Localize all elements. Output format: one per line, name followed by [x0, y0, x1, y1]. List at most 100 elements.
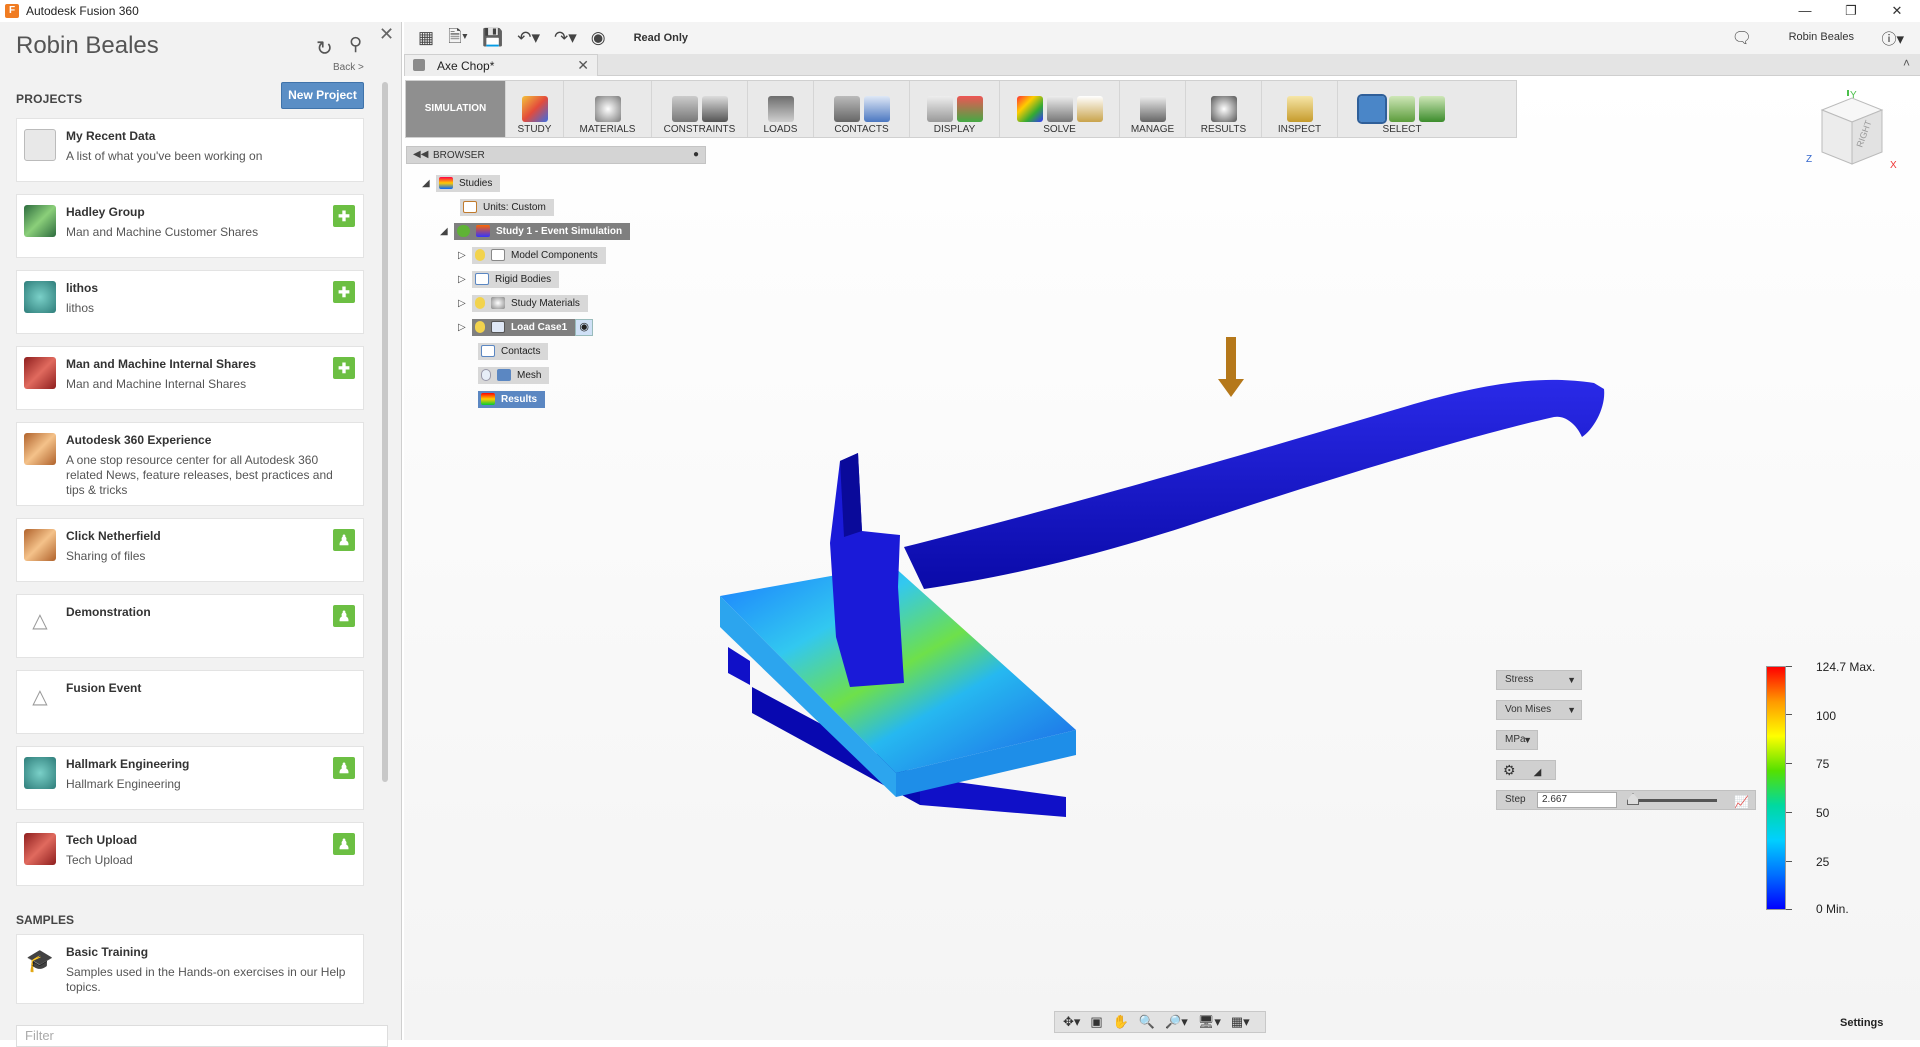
- result-component-dropdown[interactable]: Von Mises ▼: [1496, 700, 1582, 720]
- minimize-icon[interactable]: —: [1782, 0, 1828, 22]
- expand-arrow-icon[interactable]: ▷: [458, 298, 472, 309]
- close-tab-icon[interactable]: ✕: [577, 57, 589, 74]
- browser-pin-icon[interactable]: ●: [693, 149, 699, 160]
- tree-node-study-materials[interactable]: ▷ Study Materials: [458, 294, 588, 312]
- sample-card[interactable]: 🎓 Basic Training Samples used in the Han…: [16, 934, 364, 1004]
- materials-group[interactable]: MATERIALS: [564, 81, 652, 137]
- help-icon[interactable]: ⓘ▾: [1881, 28, 1904, 49]
- tree-node-studies[interactable]: ◢ Studies: [422, 174, 501, 192]
- collapse-browser-icon[interactable]: ◀◀: [413, 149, 428, 160]
- manage-label: MANAGE: [1130, 124, 1175, 135]
- select-group[interactable]: SELECT: [1338, 81, 1466, 137]
- browser-header[interactable]: ◀◀ BROWSER ●: [406, 146, 706, 164]
- project-card[interactable]: Hallmark Engineering Hallmark Engineerin…: [16, 746, 364, 810]
- result-type-dropdown[interactable]: Stress ▼: [1496, 670, 1582, 690]
- tree-node-study1[interactable]: ◢ Study 1 - Event Simulation: [440, 222, 631, 240]
- job-status-icon[interactable]: ◉: [591, 28, 606, 48]
- load-case-label: Load Case1: [511, 321, 568, 333]
- legend-options-icon[interactable]: ◢: [1534, 767, 1542, 778]
- project-card[interactable]: △ Demonstration ♟: [16, 594, 364, 658]
- project-list: My Recent Data A list of what you've bee…: [16, 118, 364, 898]
- look-at-icon[interactable]: ▣: [1090, 1014, 1102, 1030]
- zoom-icon[interactable]: 🔍: [1139, 1014, 1155, 1030]
- tree-node-units[interactable]: Units: Custom: [460, 198, 554, 216]
- inspect-group[interactable]: INSPECT: [1262, 81, 1338, 137]
- expand-arrow-icon[interactable]: ◢: [440, 226, 454, 237]
- step-slider[interactable]: [1629, 799, 1717, 802]
- restore-icon[interactable]: ❐: [1828, 0, 1874, 22]
- manage-group[interactable]: MANAGE: [1120, 81, 1186, 137]
- expand-arrow-icon[interactable]: ◢: [422, 178, 436, 189]
- grid-settings-icon[interactable]: ▦▾: [1231, 1014, 1250, 1030]
- messages-icon[interactable]: 🗨: [1732, 28, 1752, 48]
- user-name: Robin Beales: [16, 32, 159, 59]
- tree-node-rigid-bodies[interactable]: ▷ Rigid Bodies: [458, 270, 560, 288]
- data-panel-grid-icon[interactable]: ▦: [418, 28, 434, 48]
- study-group[interactable]: STUDY: [506, 81, 564, 137]
- project-card[interactable]: Man and Machine Internal Shares Man and …: [16, 346, 364, 410]
- contacts-group[interactable]: CONTACTS: [814, 81, 910, 137]
- tree-node-load-case[interactable]: ▷ Load Case1 ◉: [458, 318, 594, 336]
- units-label: Units: Custom: [483, 201, 546, 213]
- step-input[interactable]: 2.667: [1537, 792, 1617, 808]
- user-menu[interactable]: Robin Beales: [1789, 31, 1854, 43]
- activate-radio-icon[interactable]: ◉: [575, 318, 594, 336]
- constraints-group[interactable]: CONSTRAINTS: [652, 81, 748, 137]
- viewcube[interactable]: RIGHT Y X Z: [1804, 90, 1900, 186]
- fit-icon[interactable]: 🔎▾: [1165, 1014, 1188, 1030]
- display-settings-icon[interactable]: 🖥▾: [1198, 1014, 1221, 1030]
- legend-settings[interactable]: ⚙ ◢: [1496, 760, 1556, 780]
- results-group[interactable]: RESULTS: [1186, 81, 1262, 137]
- workspace-switcher[interactable]: SIMULATION: [406, 81, 506, 137]
- tree-node-results[interactable]: Results: [478, 390, 546, 408]
- tree-node-model-components[interactable]: ▷ Model Components: [458, 246, 606, 264]
- back-link[interactable]: Back >: [333, 62, 364, 73]
- expand-arrow-icon[interactable]: ▷: [458, 322, 472, 333]
- expand-arrow-icon[interactable]: ▷: [458, 274, 472, 285]
- undo-icon[interactable]: ↶▾: [517, 28, 540, 48]
- redo-icon[interactable]: ↷▾: [554, 28, 577, 48]
- new-project-button[interactable]: New Project: [281, 82, 364, 109]
- animate-graph-icon[interactable]: 📈: [1734, 793, 1749, 811]
- constraints-label: CONSTRAINTS: [663, 124, 736, 135]
- refresh-icon[interactable]: ↻: [316, 36, 333, 61]
- project-card[interactable]: Tech Upload Tech Upload ♟: [16, 822, 364, 886]
- units-icon: [463, 201, 477, 213]
- project-card[interactable]: △ Fusion Event: [16, 670, 364, 734]
- project-desc: A list of what you've been working on: [66, 149, 263, 163]
- samples-heading: SAMPLES: [16, 913, 75, 927]
- project-card[interactable]: lithos lithos ✚: [16, 270, 364, 334]
- step-label: Step: [1505, 794, 1526, 805]
- orbit-icon[interactable]: ✥▾: [1063, 1014, 1080, 1030]
- units-dropdown[interactable]: MPa ▼: [1496, 730, 1538, 750]
- gear-icon[interactable]: ⚙: [1503, 762, 1516, 778]
- project-card[interactable]: Autodesk 360 Experience A one stop resou…: [16, 422, 364, 506]
- component-icon: [491, 249, 505, 261]
- display-group[interactable]: DISPLAY: [910, 81, 1000, 137]
- file-menu-icon[interactable]: 🗎▾: [448, 24, 468, 53]
- loads-group[interactable]: LOADS: [748, 81, 814, 137]
- project-name: Hadley Group: [66, 205, 145, 219]
- panel-scrollbar[interactable]: [382, 82, 388, 782]
- settings-link[interactable]: Settings: [1840, 1017, 1883, 1029]
- pan-icon[interactable]: ✋: [1113, 1014, 1129, 1030]
- project-card[interactable]: Hadley Group Man and Machine Customer Sh…: [16, 194, 364, 258]
- project-card[interactable]: My Recent Data A list of what you've bee…: [16, 118, 364, 182]
- tree-node-contacts[interactable]: Contacts: [478, 342, 549, 360]
- save-icon[interactable]: 💾: [482, 28, 503, 48]
- close-panel-icon[interactable]: ✕: [379, 24, 394, 45]
- tree-node-mesh[interactable]: Mesh: [478, 366, 550, 384]
- shared-project-icon: ✚: [333, 281, 355, 303]
- filter-input[interactable]: Filter: [16, 1025, 388, 1047]
- document-tab[interactable]: Axe Chop* ✕: [404, 54, 598, 76]
- project-card[interactable]: Click Netherfield Sharing of files ♟: [16, 518, 364, 582]
- canvas[interactable]: [404, 77, 1920, 1040]
- step-slider-handle[interactable]: [1627, 793, 1639, 805]
- solve-group[interactable]: SOLVE: [1000, 81, 1120, 137]
- expand-arrow-icon[interactable]: ▷: [458, 250, 472, 261]
- contacts-node-label: Contacts: [501, 345, 541, 357]
- shared-project-icon: ✚: [333, 357, 355, 379]
- search-icon[interactable]: ⚲: [349, 34, 362, 55]
- chevron-up-icon[interactable]: ˄: [1903, 56, 1910, 70]
- close-icon[interactable]: ✕: [1874, 0, 1920, 22]
